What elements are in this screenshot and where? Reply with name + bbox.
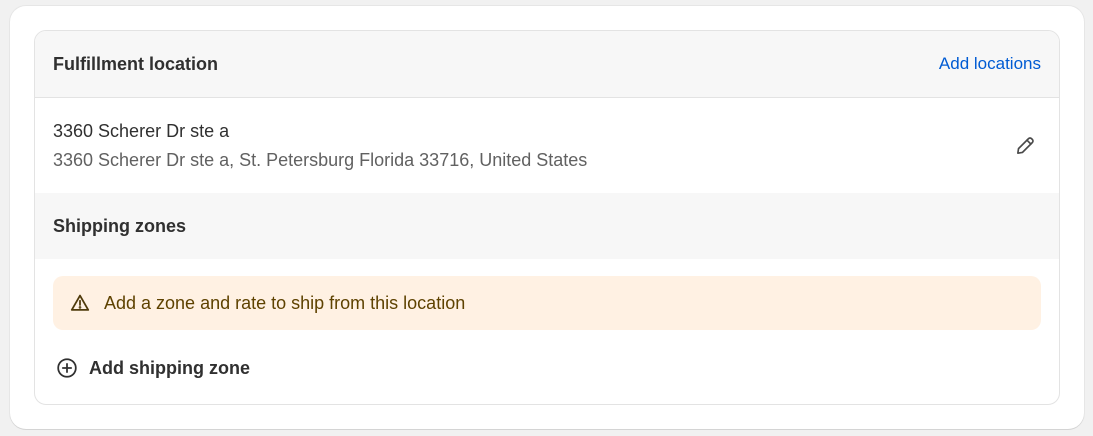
shipping-zones-body: Add a zone and rate to ship from this lo… bbox=[35, 259, 1059, 384]
add-shipping-zone-label: Add shipping zone bbox=[89, 357, 250, 378]
add-locations-link[interactable]: Add locations bbox=[939, 54, 1041, 74]
warning-banner: Add a zone and rate to ship from this lo… bbox=[53, 276, 1041, 330]
location-address-row[interactable]: 3360 Scherer Dr ste a 3360 Scherer Dr st… bbox=[35, 98, 1059, 193]
warning-triangle-icon bbox=[69, 292, 91, 314]
warning-text: Add a zone and rate to ship from this lo… bbox=[104, 292, 466, 313]
shipping-zones-title: Shipping zones bbox=[53, 215, 186, 236]
address-name: 3360 Scherer Dr ste a bbox=[53, 120, 230, 141]
plus-circle-icon bbox=[56, 357, 78, 379]
fulfillment-location-title: Fulfillment location bbox=[53, 53, 218, 74]
shipping-location-card: Fulfillment location Add locations 3360 … bbox=[10, 6, 1084, 429]
pencil-icon bbox=[1017, 136, 1034, 154]
fulfillment-location-header: Fulfillment location Add locations bbox=[35, 31, 1059, 98]
fulfillment-location-panel: Fulfillment location Add locations 3360 … bbox=[34, 30, 1060, 405]
address-full: 3360 Scherer Dr ste a, St. Petersburg Fl… bbox=[53, 149, 588, 170]
address-block: 3360 Scherer Dr ste a 3360 Scherer Dr st… bbox=[53, 121, 587, 171]
add-shipping-zone-button[interactable]: Add shipping zone bbox=[53, 357, 250, 379]
shipping-zones-header: Shipping zones bbox=[35, 193, 1059, 259]
edit-location-button[interactable] bbox=[1011, 132, 1039, 160]
